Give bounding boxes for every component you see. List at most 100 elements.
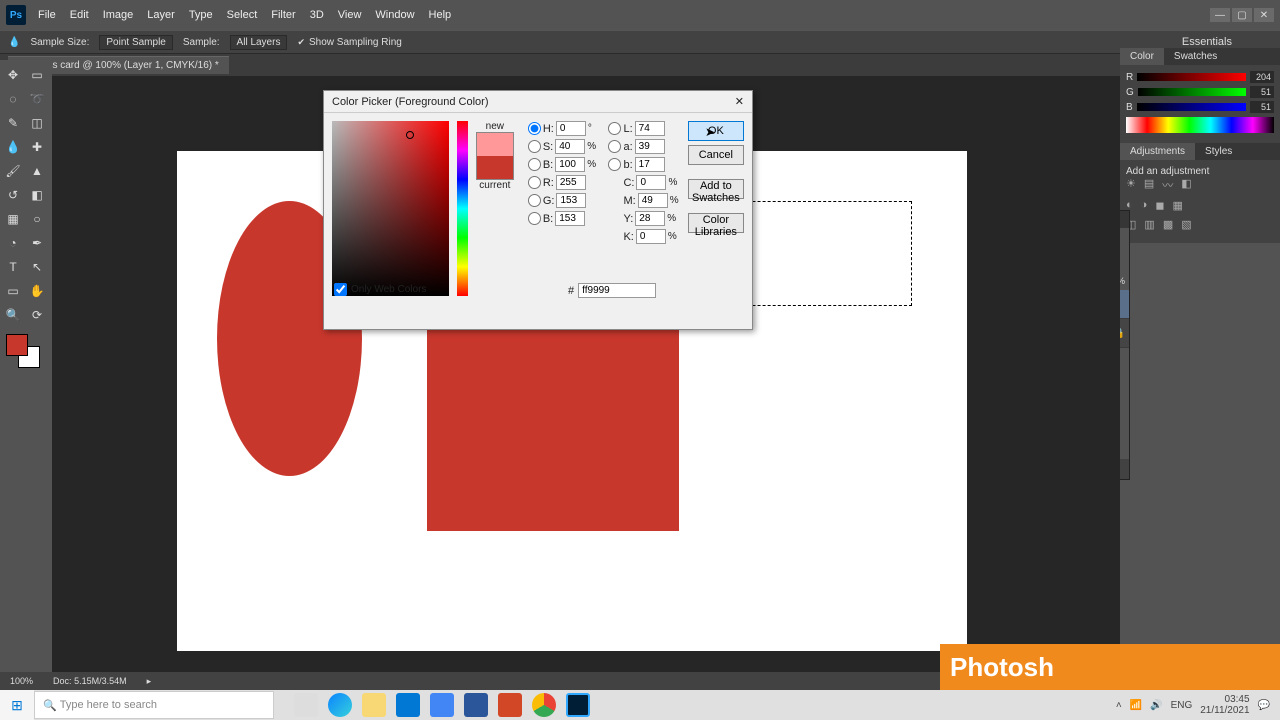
hue-icon[interactable]: ◑ [1141, 199, 1148, 212]
gradient-tool[interactable]: ▦ [2, 208, 24, 230]
tray-date[interactable]: 21/11/2021 [1200, 705, 1249, 716]
zoom-readout[interactable]: 100% [10, 676, 33, 686]
tab-adjustments[interactable]: Adjustments [1120, 143, 1195, 160]
crop-tool[interactable]: ◫ [26, 112, 48, 134]
move-tool[interactable]: ✥ [2, 64, 24, 86]
tray-lang[interactable]: ENG [1171, 700, 1193, 711]
only-web-colors-checkbox[interactable] [334, 283, 347, 296]
hue-slider[interactable] [457, 121, 468, 296]
a-radio[interactable] [608, 140, 621, 153]
menu-window[interactable]: Window [375, 9, 414, 21]
bri-input[interactable] [555, 157, 585, 172]
menu-image[interactable]: Image [103, 9, 134, 21]
posterize-icon[interactable]: ▥ [1144, 218, 1154, 231]
type-tool[interactable]: T [2, 256, 24, 278]
k-input[interactable] [636, 229, 666, 244]
menu-select[interactable]: Select [227, 9, 258, 21]
bw-icon[interactable]: ◼ [1155, 199, 1164, 212]
quick-select-tool[interactable]: ✎ [2, 112, 24, 134]
tray-volume-icon[interactable]: 🔊 [1150, 700, 1162, 711]
dodge-tool[interactable]: ◔ [2, 232, 24, 254]
tab-styles[interactable]: Styles [1195, 143, 1242, 160]
chrome-icon[interactable] [532, 693, 556, 717]
h-radio[interactable] [528, 122, 541, 135]
lb-input[interactable] [635, 157, 665, 172]
brightness-icon[interactable]: ☀ [1126, 177, 1136, 193]
window-minimize-button[interactable]: — [1210, 8, 1230, 22]
eyedropper-tool[interactable]: 💧 [2, 136, 24, 158]
window-close-button[interactable]: ✕ [1254, 8, 1274, 22]
stamp-tool[interactable]: ▲ [26, 160, 48, 182]
zoom-tool[interactable]: 🔍 [2, 304, 24, 326]
menu-layer[interactable]: Layer [147, 9, 175, 21]
menu-3d[interactable]: 3D [310, 9, 324, 21]
artboard-tool[interactable]: ▭ [26, 64, 48, 86]
menu-filter[interactable]: Filter [271, 9, 295, 21]
word-icon[interactable] [464, 693, 488, 717]
sample-dropdown[interactable]: All Layers [230, 35, 288, 50]
menu-view[interactable]: View [338, 9, 362, 21]
r-slider[interactable] [1137, 73, 1246, 81]
y-input[interactable] [635, 211, 665, 226]
photoshop-taskbar-icon[interactable] [566, 693, 590, 717]
blu-input[interactable] [555, 211, 585, 226]
curves-icon[interactable]: 〰 [1162, 177, 1173, 193]
edge-icon[interactable] [328, 693, 352, 717]
healing-tool[interactable]: ✚ [26, 136, 48, 158]
menu-type[interactable]: Type [189, 9, 213, 21]
tray-time[interactable]: 03:45 [1225, 694, 1250, 705]
color-spectrum[interactable] [1126, 117, 1274, 133]
tab-color[interactable]: Color [1120, 48, 1164, 65]
menu-edit[interactable]: Edit [70, 9, 89, 21]
color-swatches[interactable] [6, 334, 40, 368]
shape-tool[interactable]: ▭ [2, 280, 24, 302]
taskbar-search[interactable]: 🔍 Type here to search [34, 691, 274, 719]
menu-help[interactable]: Help [429, 9, 452, 21]
start-button[interactable]: ⊞ [0, 690, 34, 720]
hand-tool[interactable]: ✋ [26, 280, 48, 302]
dialog-close-icon[interactable]: ✕ [735, 95, 744, 108]
s-input[interactable] [555, 139, 585, 154]
l-radio[interactable] [608, 122, 621, 135]
l-input[interactable] [635, 121, 665, 136]
gr-radio[interactable] [528, 194, 541, 207]
h-input[interactable] [556, 121, 586, 136]
current-color-swatch[interactable] [477, 156, 513, 179]
sample-size-dropdown[interactable]: Point Sample [99, 35, 172, 50]
r-input[interactable] [556, 175, 586, 190]
photos-icon[interactable] [498, 693, 522, 717]
c-input[interactable] [636, 175, 666, 190]
rotate-tool[interactable]: ⟳ [26, 304, 48, 326]
store-icon[interactable] [396, 693, 420, 717]
threshold-icon[interactable]: ▩ [1163, 218, 1173, 231]
window-maximize-button[interactable]: ▢ [1232, 8, 1252, 22]
tab-swatches[interactable]: Swatches [1164, 48, 1227, 65]
exposure-icon[interactable]: ◧ [1181, 177, 1191, 193]
g-input[interactable] [556, 193, 586, 208]
photo-filter-icon[interactable]: ▦ [1172, 199, 1182, 212]
rr-radio[interactable] [528, 176, 541, 189]
gradient-map-icon[interactable]: ▧ [1181, 218, 1191, 231]
path-tool[interactable]: ↖ [26, 256, 48, 278]
explorer-icon[interactable] [362, 693, 386, 717]
brush-tool[interactable]: 🖌 [2, 160, 24, 182]
menu-file[interactable]: File [38, 9, 56, 21]
g-slider[interactable] [1138, 88, 1246, 96]
notifications-icon[interactable]: 💬 [1258, 700, 1270, 711]
ok-button[interactable]: OK [688, 121, 744, 141]
br-radio[interactable] [528, 212, 541, 225]
b-radio[interactable] [528, 158, 541, 171]
tray-chevron-icon[interactable]: ˄ [1116, 700, 1122, 711]
b-slider[interactable] [1137, 103, 1246, 111]
show-sampling-ring-checkbox[interactable]: Show Sampling Ring [297, 37, 401, 48]
pen-tool[interactable]: ✒ [26, 232, 48, 254]
add-to-swatches-button[interactable]: Add to Swatches [688, 179, 744, 199]
eraser-tool[interactable]: ◧ [26, 184, 48, 206]
marquee-tool[interactable]: ◌ [2, 88, 24, 110]
b-value[interactable]: 51 [1250, 101, 1274, 113]
task-view-icon[interactable] [294, 693, 318, 717]
g-value[interactable]: 51 [1250, 86, 1274, 98]
tray-wifi-icon[interactable]: 📶 [1130, 700, 1142, 711]
status-flyout-icon[interactable]: ▸ [147, 676, 152, 687]
blur-tool[interactable]: ○ [26, 208, 48, 230]
